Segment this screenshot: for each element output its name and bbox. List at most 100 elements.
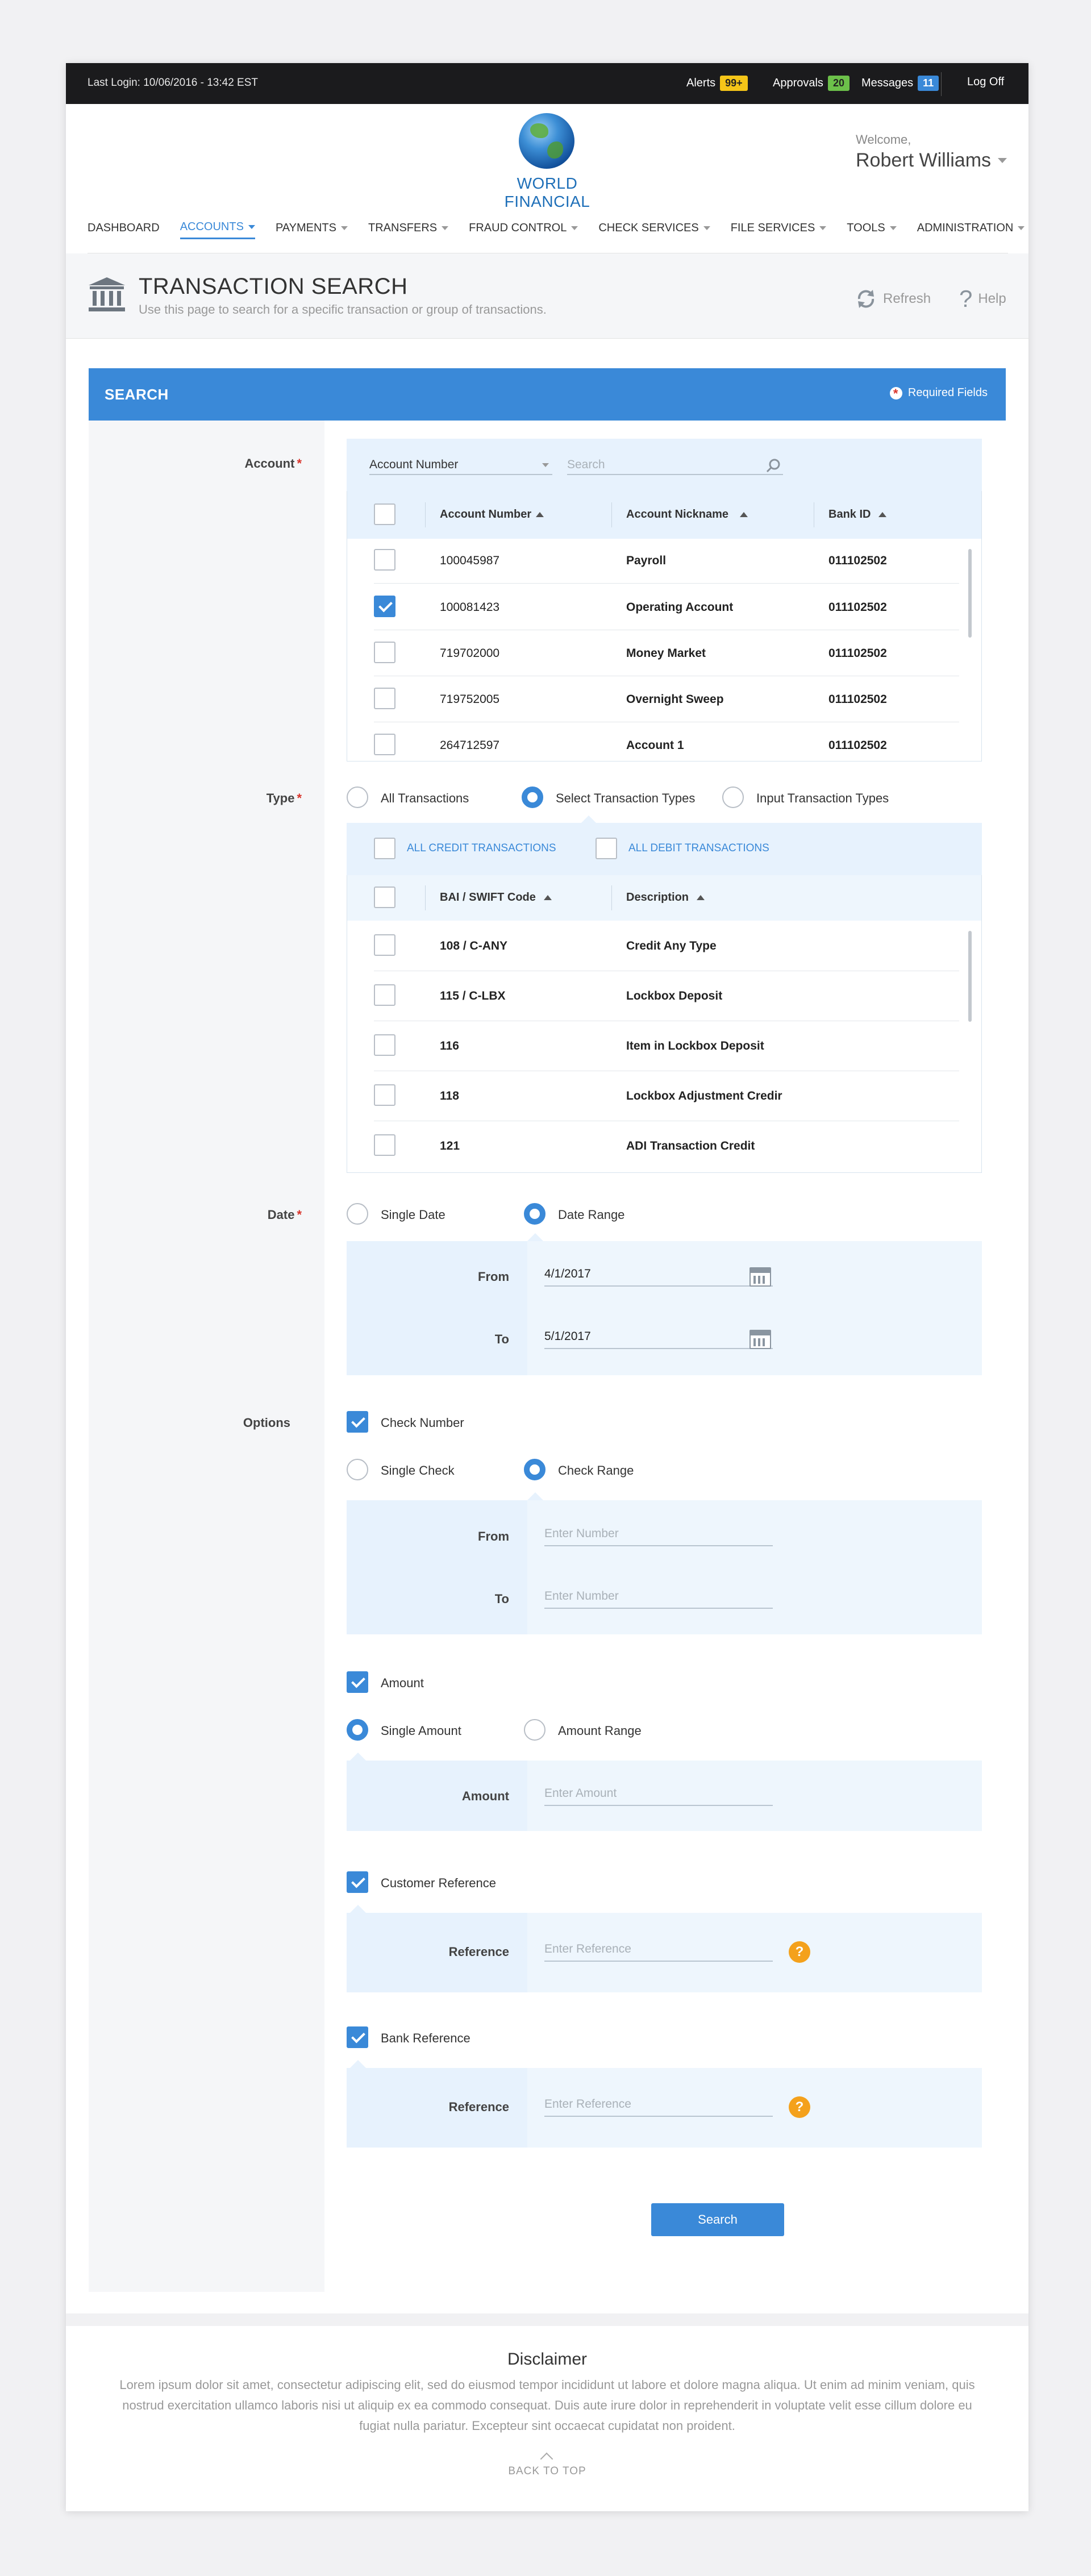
type-select-label[interactable]: Select Transaction Types bbox=[556, 791, 695, 806]
all-debit-label[interactable]: ALL DEBIT TRANSACTIONS bbox=[628, 842, 769, 855]
calendar-icon[interactable] bbox=[749, 1330, 771, 1349]
type-all-radio[interactable] bbox=[347, 786, 368, 808]
check-range-label[interactable]: Check Range bbox=[558, 1463, 634, 1478]
chevron-down-icon bbox=[341, 226, 348, 230]
type-row-checkbox[interactable] bbox=[374, 1134, 395, 1156]
all-debit-checkbox[interactable] bbox=[596, 838, 617, 859]
bank-reference-checkbox[interactable] bbox=[347, 2026, 368, 2048]
date-from-input[interactable]: 4/1/2017 bbox=[544, 1264, 773, 1287]
amount-label[interactable]: Amount bbox=[381, 1676, 424, 1691]
single-date-label[interactable]: Single Date bbox=[381, 1208, 445, 1222]
customer-reference-label[interactable]: Customer Reference bbox=[381, 1876, 496, 1891]
type-input-label[interactable]: Input Transaction Types bbox=[756, 791, 889, 806]
col-description[interactable]: Description bbox=[626, 891, 705, 904]
single-check-label[interactable]: Single Check bbox=[381, 1463, 455, 1478]
all-credit-label[interactable]: ALL CREDIT TRANSACTIONS bbox=[407, 842, 556, 855]
column-label: Account Nickname bbox=[626, 508, 729, 521]
nav-item-dashboard[interactable]: DASHBOARD bbox=[88, 217, 160, 239]
select-all-accounts-checkbox[interactable] bbox=[374, 503, 395, 525]
nav-item-transfers[interactable]: TRANSFERS bbox=[368, 217, 449, 239]
check-to-input[interactable]: Enter Number bbox=[544, 1586, 773, 1609]
help-button[interactable]: ? Help bbox=[959, 285, 1006, 312]
nav-item-tools[interactable]: TOOLS bbox=[847, 217, 897, 239]
help-icon[interactable]: ? bbox=[789, 1941, 810, 1963]
bai-code: 118 bbox=[440, 1089, 459, 1102]
nav-item-file-services[interactable]: FILE SERVICES bbox=[731, 217, 827, 239]
refresh-button[interactable]: Refresh bbox=[855, 288, 931, 310]
account-row-checkbox[interactable] bbox=[374, 549, 395, 571]
user-menu[interactable]: Robert Williams bbox=[856, 149, 1007, 172]
account-nickname: Payroll bbox=[626, 554, 667, 567]
nav-label: DASHBOARD bbox=[88, 221, 160, 234]
nav-item-accounts[interactable]: ACCOUNTS bbox=[180, 217, 255, 239]
search-button[interactable]: Search bbox=[651, 2203, 784, 2236]
approvals-link[interactable]: Approvals 20 bbox=[773, 76, 850, 91]
app-window: Last Login: 10/06/2016 - 13:42 EST Alert… bbox=[66, 63, 1028, 2511]
nav-label: TRANSFERS bbox=[368, 221, 438, 234]
logoff-button[interactable]: Log Off bbox=[967, 76, 1004, 89]
nav-label: TOOLS bbox=[847, 221, 885, 234]
question-mark-icon: ? bbox=[959, 285, 973, 312]
back-to-top-link[interactable]: BACK TO TOP bbox=[66, 2465, 1028, 2478]
account-search-input[interactable]: Search bbox=[567, 456, 783, 475]
date-range-label[interactable]: Date Range bbox=[558, 1208, 624, 1222]
col-bai-swift-code[interactable]: BAI / SWIFT Code bbox=[440, 891, 552, 904]
date-range-radio[interactable] bbox=[524, 1203, 546, 1225]
col-account-number[interactable]: Account Number bbox=[440, 508, 544, 521]
customer-reference-input[interactable]: Enter Reference bbox=[544, 1939, 773, 1962]
all-credit-checkbox[interactable] bbox=[374, 838, 395, 859]
date-to-input[interactable]: 5/1/2017 bbox=[544, 1326, 773, 1349]
chevron-up-icon[interactable] bbox=[540, 2452, 553, 2466]
type-label: Type * bbox=[266, 791, 302, 805]
account-row-checkbox[interactable] bbox=[374, 596, 395, 617]
account-row-checkbox[interactable] bbox=[374, 642, 395, 663]
nav-item-fraud-control[interactable]: FRAUD CONTROL bbox=[469, 217, 578, 239]
date-to-label: To bbox=[494, 1332, 509, 1346]
amount-checkbox[interactable] bbox=[347, 1671, 368, 1693]
last-login: Last Login: 10/06/2016 - 13:42 EST bbox=[88, 77, 258, 89]
type-all-label[interactable]: All Transactions bbox=[381, 791, 469, 806]
nav-item-payments[interactable]: PAYMENTS bbox=[276, 217, 348, 239]
type-input-radio[interactable] bbox=[722, 786, 744, 808]
type-row-checkbox[interactable] bbox=[374, 984, 395, 1006]
bank-reference-label[interactable]: Bank Reference bbox=[381, 2031, 470, 2046]
type-row-checkbox[interactable] bbox=[374, 934, 395, 956]
type-row-checkbox[interactable] bbox=[374, 1034, 395, 1056]
check-number-checkbox[interactable] bbox=[347, 1411, 368, 1433]
customer-reference-checkbox[interactable] bbox=[347, 1871, 368, 1893]
logo-text[interactable]: WORLD FINANCIAL bbox=[473, 174, 622, 211]
single-amount-label[interactable]: Single Amount bbox=[381, 1724, 461, 1738]
amount-input[interactable]: Enter Amount bbox=[544, 1783, 773, 1806]
check-from-input[interactable]: Enter Number bbox=[544, 1524, 773, 1546]
bank-reference-input[interactable]: Enter Reference bbox=[544, 2094, 773, 2117]
check-range-radio[interactable] bbox=[524, 1459, 546, 1480]
refresh-label: Refresh bbox=[883, 291, 931, 306]
calendar-icon[interactable] bbox=[749, 1267, 771, 1287]
messages-link[interactable]: Messages 11 bbox=[861, 76, 939, 91]
select-all-types-checkbox[interactable] bbox=[374, 887, 395, 908]
bai-code: 108 / C-ANY bbox=[440, 939, 508, 952]
nav-item-check-services[interactable]: CHECK SERVICES bbox=[598, 217, 710, 239]
check-from-label: From bbox=[478, 1529, 509, 1543]
amount-range-radio[interactable] bbox=[524, 1719, 546, 1741]
account-filter-select[interactable]: Account Number bbox=[369, 456, 552, 475]
single-amount-radio[interactable] bbox=[347, 1719, 368, 1741]
type-select-radio[interactable] bbox=[522, 786, 543, 808]
single-check-radio[interactable] bbox=[347, 1459, 368, 1480]
globe-logo-icon[interactable] bbox=[519, 113, 574, 169]
col-account-nickname[interactable]: Account Nickname bbox=[626, 508, 748, 521]
alerts-link[interactable]: Alerts 99+ bbox=[686, 76, 748, 91]
account-table-scrollbar[interactable] bbox=[968, 549, 972, 638]
type-row-checkbox[interactable] bbox=[374, 1084, 395, 1106]
amount-placeholder: Enter Amount bbox=[544, 1787, 617, 1800]
type-table-scrollbar[interactable] bbox=[968, 931, 972, 1022]
check-number-label[interactable]: Check Number bbox=[381, 1416, 464, 1430]
account-row-checkbox[interactable] bbox=[374, 688, 395, 709]
col-bank-id[interactable]: Bank ID bbox=[828, 508, 887, 521]
nav-label: PAYMENTS bbox=[275, 221, 336, 234]
help-icon[interactable]: ? bbox=[789, 2096, 810, 2118]
single-date-radio[interactable] bbox=[347, 1203, 368, 1225]
amount-range-label[interactable]: Amount Range bbox=[558, 1724, 642, 1738]
account-row-checkbox[interactable] bbox=[374, 734, 395, 755]
nav-item-administration[interactable]: ADMINISTRATION bbox=[917, 217, 1025, 239]
